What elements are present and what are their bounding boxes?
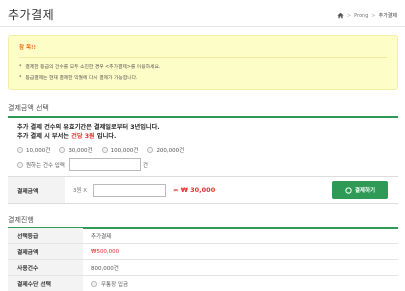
radio-button[interactable] <box>91 280 97 287</box>
option-200000[interactable]: 200,000건 <box>147 146 184 154</box>
option-label: 200,000건 <box>156 148 185 154</box>
notice-box: 참 목!! * 결제한 등급의 건수를 모두 소진한 경우 <추가결제>를 이용하… <box>8 35 398 90</box>
table-row: 선택등급 추가결제 <box>8 228 398 244</box>
notice-title: 참 목!! <box>19 45 37 51</box>
notice-item: * 등급결제는 현재 결제한 익월에 다시 결제가 가능합니다. <box>19 74 387 81</box>
price-per-unit: 건당 3원 <box>71 133 95 140</box>
notice-item: * 결제한 등급의 건수를 모두 소진한 경우 <추가결제>를 이용하세요. <box>19 63 387 70</box>
row-value: 800,000건 <box>91 265 119 272</box>
breadcrumb-separator: > <box>346 12 352 19</box>
page-header: 추가결제 > Prong > 추가결제 <box>0 0 405 27</box>
price-notice-suffix: 입니다. <box>96 133 117 140</box>
option-label: 100,000건 <box>110 148 139 154</box>
breadcrumb-separator: > <box>371 12 376 19</box>
notice-item-text: 결제한 등급의 건수를 모두 소진한 경우 <추가결제>를 이용하세요. <box>25 65 161 70</box>
pay-button-label: 결제하기 <box>354 188 376 194</box>
option-10000[interactable]: 10,000건 <box>17 146 50 154</box>
section-title-payment-amount: 결제금액 선택 <box>8 104 49 112</box>
row-label: 결제수단 선택 <box>8 276 83 291</box>
row-label: 결제금액 <box>8 244 83 259</box>
row-value: ₩500,000 <box>91 248 120 255</box>
radio-button[interactable] <box>147 147 154 153</box>
option-30000[interactable]: 30,000건 <box>59 146 93 154</box>
price-notice: 추가 결제 시 부서는 건당 3원 입니다. <box>17 131 116 140</box>
count-unit: 건 <box>142 162 148 169</box>
notice-divider <box>19 57 387 58</box>
unit-price: 3원 X <box>73 188 88 194</box>
radio-button[interactable] <box>101 147 108 153</box>
row-value: 추가결제 <box>91 233 112 240</box>
row-label: 선택등급 <box>8 228 83 243</box>
breadcrumb-item-prong[interactable]: Prong <box>354 13 368 19</box>
check-circle-icon <box>345 186 352 194</box>
quantity-input[interactable] <box>93 184 166 197</box>
table-row: 결제수단 선택 무통장 입금 <box>8 276 398 291</box>
breadcrumb-current: 추가결제 <box>378 13 397 19</box>
section-divider <box>8 116 398 118</box>
total-amount: = ₩ 30,000 <box>173 186 216 194</box>
page-title: 추가결제 <box>8 8 55 22</box>
custom-option-label: 원하는 건수 입력 <box>26 162 65 169</box>
table-row: 결제금액 ₩500,000 <box>8 244 398 260</box>
count-options: 10,000건 30,000건 100,000건 200,000건 <box>17 146 193 154</box>
option-label: 10,000건 <box>26 148 51 154</box>
custom-count-input[interactable] <box>68 158 141 171</box>
row-label: 사용건수 <box>8 260 83 275</box>
notice-bullet: * <box>19 65 22 70</box>
payment-amount-label: 결제금액 <box>8 177 65 203</box>
notice-bullet: * <box>19 76 22 81</box>
payment-method-label: 무통장 입금 <box>101 281 129 288</box>
section-title-payment-progress: 결제진행 <box>8 216 34 224</box>
notice-item-text: 등급결제는 현재 결제한 익월에 다시 결제가 가능합니다. <box>25 76 138 81</box>
option-100000[interactable]: 100,000건 <box>101 146 139 154</box>
validity-notice: 추가 결제 건수의 유효기간은 결제일로부터 3년입니다. <box>17 124 160 131</box>
radio-button[interactable] <box>17 147 23 153</box>
breadcrumb: > Prong > 추가결제 <box>337 12 397 19</box>
row-value: 무통장 입금 <box>83 276 398 291</box>
radio-button[interactable] <box>59 147 66 153</box>
table-row: 사용건수 800,000건 <box>8 260 398 276</box>
radio-button[interactable] <box>17 161 23 168</box>
option-label: 30,000건 <box>68 148 93 154</box>
pay-button[interactable]: 결제하기 <box>332 181 388 199</box>
payment-amount-row: 결제금액 3원 X = ₩ 30,000 결제하기 <box>8 176 398 204</box>
custom-count-row: 원하는 건수 입력 건 <box>17 158 148 171</box>
payment-progress-table: 선택등급 추가결제 결제금액 ₩500,000 사용건수 800,000건 결제… <box>8 228 398 291</box>
home-icon[interactable] <box>337 12 344 19</box>
price-notice-prefix: 추가 결제 시 부서는 <box>17 133 70 140</box>
